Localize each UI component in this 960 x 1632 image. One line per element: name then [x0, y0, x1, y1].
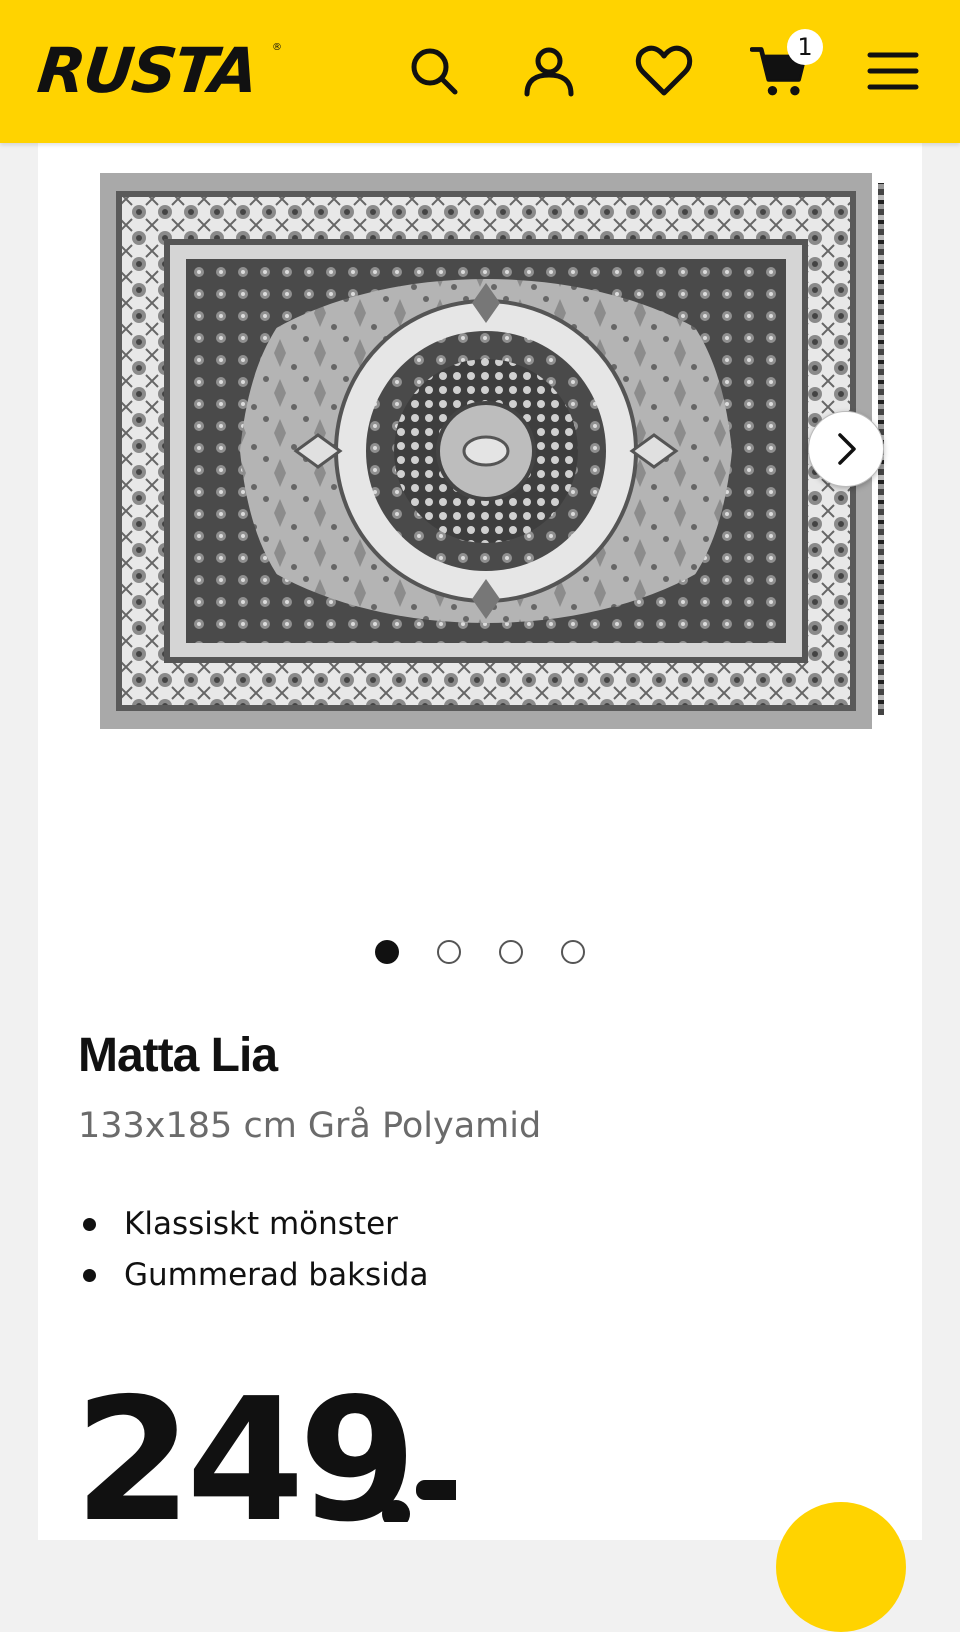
gallery-dot-3[interactable] — [499, 940, 523, 964]
product-details: 133x185 cm Grå Polyamid — [78, 1106, 542, 1146]
rug-image[interactable] — [100, 173, 872, 729]
product-card: Matta Lia 133x185 cm Grå Polyamid Klassi… — [38, 143, 922, 1560]
feature-item: Gummerad baksida — [78, 1250, 428, 1301]
heart-icon[interactable] — [635, 42, 693, 100]
top-header: RUSTA ® 1 — [0, 0, 960, 143]
price-suffix: :- — [382, 1472, 456, 1522]
floating-action-button[interactable] — [776, 1502, 906, 1632]
product-gallery[interactable] — [38, 143, 922, 923]
feature-item: Klassiskt mönster — [78, 1199, 428, 1250]
menu-icon[interactable] — [864, 42, 922, 100]
product-title: Matta Lia — [78, 1029, 278, 1082]
gallery-dot-1[interactable] — [375, 940, 399, 964]
feature-text: Gummerad baksida — [124, 1257, 429, 1293]
gallery-dot-2[interactable] — [437, 940, 461, 964]
search-icon[interactable] — [405, 42, 463, 100]
feature-text: Klassiskt mönster — [124, 1206, 398, 1242]
rusta-logo[interactable]: RUSTA — [34, 34, 260, 107]
account-icon[interactable] — [520, 42, 578, 100]
bullet-icon — [83, 1269, 96, 1282]
cart-count-badge: 1 — [787, 29, 823, 65]
registered-mark: ® — [272, 42, 282, 53]
chevron-right-icon — [838, 433, 856, 465]
feature-list: Klassiskt mönster Gummerad baksida — [78, 1199, 428, 1301]
bullet-icon — [83, 1218, 96, 1231]
gallery-dot-4[interactable] — [561, 940, 585, 964]
product-price: 249 — [74, 1362, 417, 1560]
next-image-button[interactable] — [808, 411, 884, 487]
